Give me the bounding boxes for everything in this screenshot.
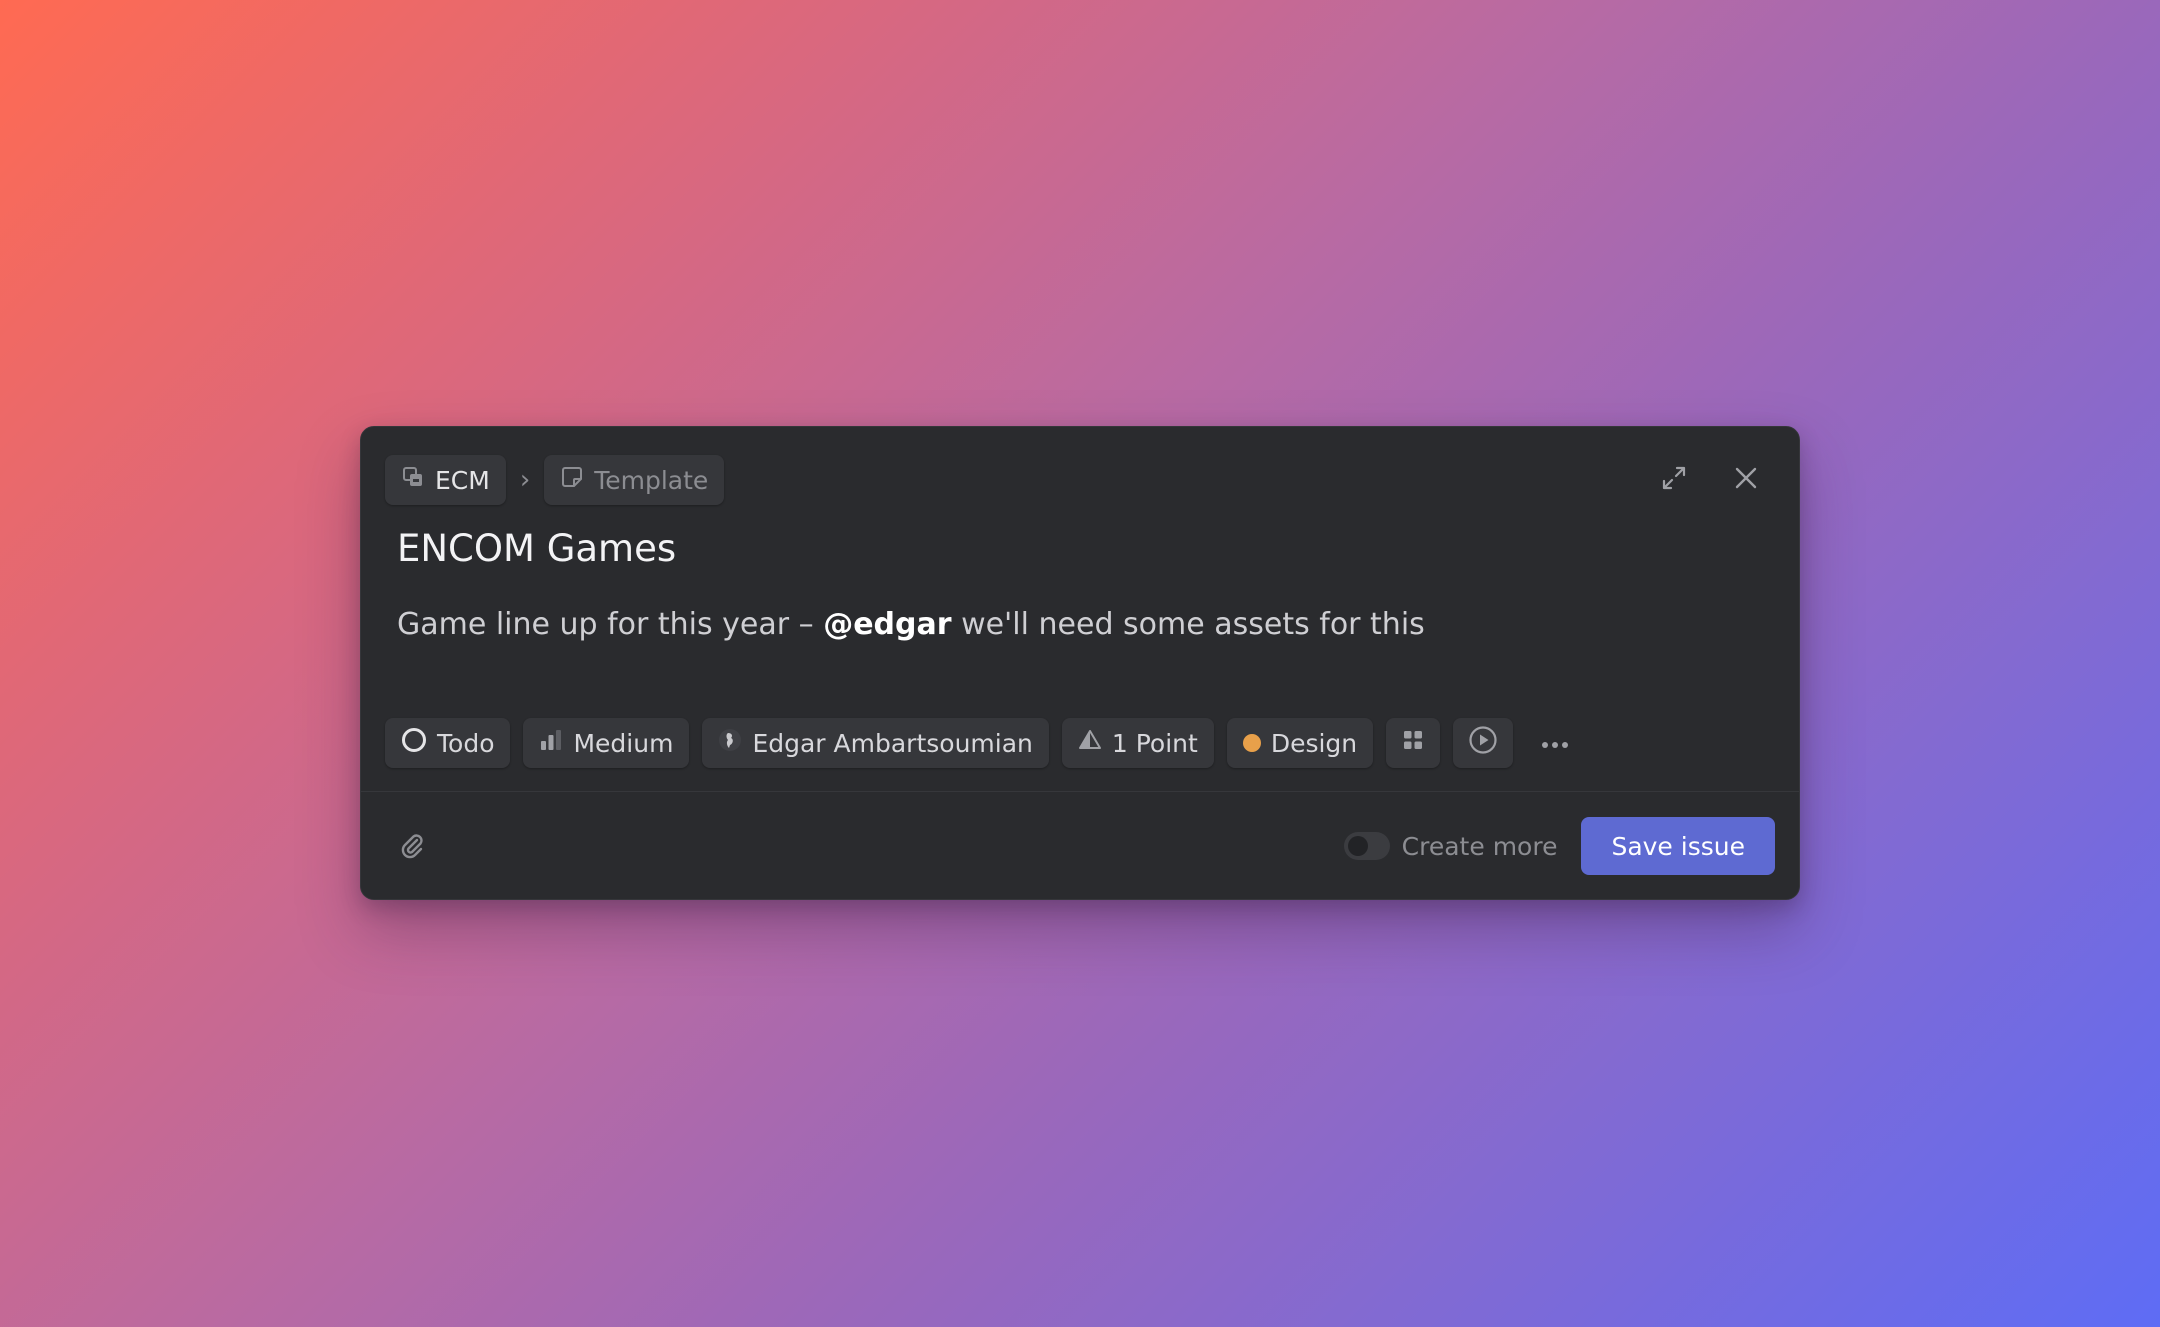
attach-button[interactable]: [397, 831, 427, 865]
status-selector[interactable]: Todo: [385, 718, 511, 768]
label-selector[interactable]: Design: [1226, 718, 1374, 768]
team-icon: [401, 465, 425, 495]
create-more-control: Create more: [1343, 831, 1558, 861]
create-more-toggle[interactable]: [1343, 832, 1390, 860]
issue-title-input[interactable]: ENCOM Games: [397, 527, 676, 570]
grid-icon: [1401, 728, 1425, 758]
assignee-label: Edgar Ambartsoumian: [752, 728, 1033, 758]
description-text: Game line up for this year –: [397, 607, 824, 642]
estimate-selector[interactable]: 1 Point: [1061, 718, 1214, 768]
expand-button[interactable]: [1657, 463, 1691, 497]
more-icon: [1541, 734, 1569, 753]
close-icon: [1733, 465, 1759, 495]
issue-properties: Todo Medium Edgar Ambartsoumian 1 Point …: [385, 718, 1580, 768]
project-selector[interactable]: [1386, 718, 1441, 768]
cycle-selector[interactable]: [1453, 718, 1514, 768]
more-options-button[interactable]: [1530, 718, 1580, 768]
assignee-selector[interactable]: Edgar Ambartsoumian: [702, 718, 1049, 768]
label-name: Design: [1270, 728, 1358, 758]
triangle-icon: [1078, 728, 1102, 758]
expand-icon: [1660, 464, 1688, 496]
play-circle-icon: [1468, 725, 1498, 761]
priority-label: Medium: [573, 728, 674, 758]
paperclip-icon: [397, 834, 427, 865]
status-label: Todo: [437, 728, 495, 758]
team-selector[interactable]: ECM: [385, 455, 506, 505]
footer-actions: Create more Save issue: [1343, 817, 1775, 875]
save-issue-button[interactable]: Save issue: [1581, 817, 1775, 875]
template-label: Template: [594, 465, 709, 495]
circle-status-icon: [401, 727, 427, 759]
user-mention[interactable]: @edgar: [823, 607, 951, 642]
footer-divider: [361, 791, 1799, 792]
create-more-label: Create more: [1401, 831, 1558, 861]
label-color-dot: [1242, 734, 1261, 752]
breadcrumb: ECM › Template: [385, 455, 725, 505]
issue-description-input[interactable]: Game line up for this year – @edgar we'l…: [397, 607, 1425, 642]
modal-actions: [1657, 463, 1763, 497]
template-icon: [560, 465, 584, 495]
new-issue-modal: ECM › Template ENCOM Games Game line up …: [360, 426, 1800, 900]
breadcrumb-separator: ›: [519, 465, 531, 495]
template-selector[interactable]: Template: [544, 455, 725, 505]
priority-selector[interactable]: Medium: [523, 718, 690, 768]
close-button[interactable]: [1729, 463, 1763, 497]
team-label: ECM: [435, 465, 490, 495]
description-text-end: we'll need some assets for this: [951, 607, 1425, 642]
avatar: [718, 728, 742, 758]
estimate-label: 1 Point: [1111, 728, 1198, 758]
bar-chart-icon: [539, 728, 563, 758]
